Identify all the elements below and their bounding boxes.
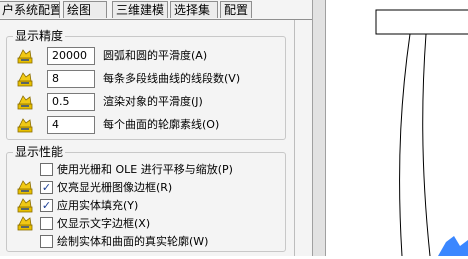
- panel-divider: [294, 20, 295, 256]
- tab-drafting[interactable]: 绘图: [63, 1, 107, 18]
- performance-checkbox[interactable]: [40, 235, 53, 248]
- precision-label: 渲染对象的平滑度(J): [103, 95, 203, 108]
- drawing-canvas[interactable]: [326, 0, 468, 257]
- precision-value-input[interactable]: 0.5: [47, 93, 95, 111]
- performance-label: 应用实体填充(Y): [57, 199, 139, 212]
- performance-checkbox[interactable]: [40, 163, 53, 176]
- drawing-curve-inner: [422, 33, 431, 257]
- tab-selection[interactable]: 选择集: [170, 1, 218, 18]
- precision-row: 8 每条多段线曲线的线段数(V): [7, 70, 285, 90]
- performance-row: ✓ 仅亮显光栅图像边框(R): [7, 179, 285, 199]
- drawing-curve-outer: [399, 33, 411, 257]
- display-performance-group: 显示性能 使用光栅和 OLE 进行平移与缩放(P) ✓ 仅亮显光栅图像边框(R) ✓ 应…: [6, 145, 286, 253]
- display-precision-icon: [17, 48, 33, 64]
- options-dialog: 户系统配置 绘图 三维建模 选择集 配置 显示精度 20000 圆弧和圆的平滑度(…: [0, 0, 312, 256]
- performance-checkbox[interactable]: [40, 217, 53, 230]
- performance-label: 仅亮显光栅图像边框(R): [57, 181, 173, 194]
- display-precision-group: 显示精度 20000 圆弧和圆的平滑度(A) 8 每条多段线曲线的线段数(V) 0.5 渲…: [6, 29, 286, 140]
- drawing-rectangle: [375, 9, 468, 35]
- tab-user-system-config[interactable]: 户系统配置: [0, 1, 60, 18]
- drawing-blue-fill: [438, 236, 468, 256]
- tab-bar: 户系统配置 绘图 三维建模 选择集 配置: [0, 0, 312, 20]
- display-performance-icon: [17, 179, 33, 195]
- performance-label: 使用光栅和 OLE 进行平移与缩放(P): [57, 163, 233, 176]
- performance-row: ✓ 应用实体填充(Y): [7, 197, 285, 217]
- performance-row: 仅显示文字边框(X): [7, 215, 285, 235]
- precision-label: 每个曲面的轮廓素线(O): [103, 118, 220, 131]
- performance-checkbox[interactable]: ✓: [40, 199, 53, 212]
- precision-row: 4 每个曲面的轮廓素线(O): [7, 116, 285, 136]
- tab-3d-modeling[interactable]: 三维建模: [112, 1, 168, 18]
- precision-label: 每条多段线曲线的线段数(V): [103, 72, 241, 85]
- performance-label: 仅显示文字边框(X): [57, 217, 151, 230]
- display-performance-title: 显示性能: [13, 145, 66, 159]
- display-precision-icon: [17, 117, 33, 133]
- precision-label: 圆弧和圆的平滑度(A): [103, 49, 208, 62]
- precision-row: 20000 圆弧和圆的平滑度(A): [7, 47, 285, 67]
- display-precision-title: 显示精度: [13, 29, 66, 43]
- precision-value-input[interactable]: 4: [47, 116, 95, 134]
- display-precision-icon: [17, 94, 33, 110]
- display-precision-icon: [17, 71, 33, 87]
- display-performance-icon: [17, 197, 33, 213]
- dialog-scroll-edge: [312, 0, 326, 256]
- drawing-svg: [375, 9, 468, 257]
- display-performance-icon: [17, 215, 33, 231]
- precision-row: 0.5 渲染对象的平滑度(J): [7, 93, 285, 113]
- precision-value-input[interactable]: 20000: [47, 47, 95, 65]
- performance-row: 使用光栅和 OLE 进行平移与缩放(P): [7, 161, 285, 181]
- performance-row: 绘制实体和曲面的真实轮廓(W): [7, 233, 285, 253]
- tab-profiles[interactable]: 配置: [220, 1, 252, 18]
- precision-value-input[interactable]: 8: [47, 70, 95, 88]
- performance-checkbox[interactable]: ✓: [40, 181, 53, 194]
- performance-label: 绘制实体和曲面的真实轮廓(W): [57, 235, 209, 248]
